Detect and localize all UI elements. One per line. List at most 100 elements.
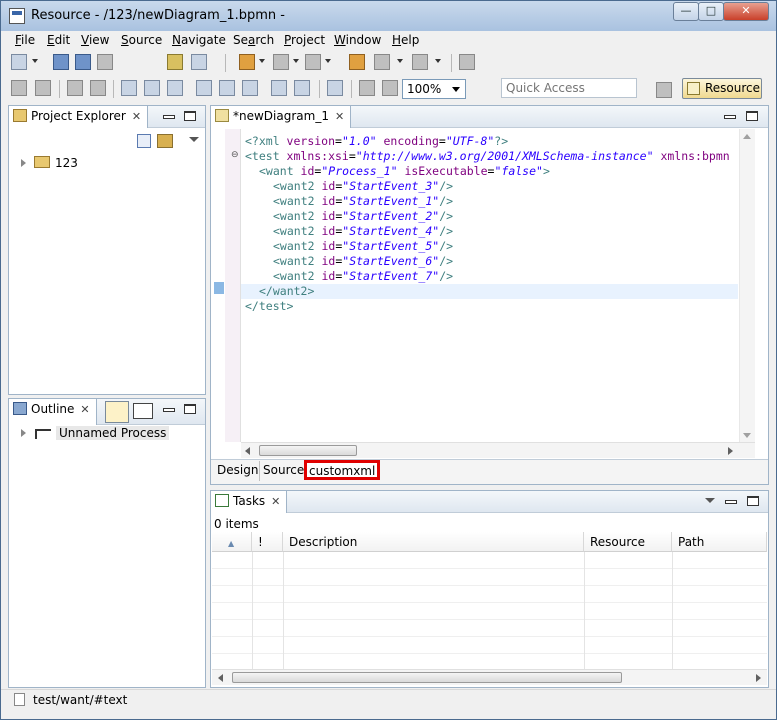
code-line[interactable]: <want2 id="StartEvent_7"/> [273,269,453,284]
tab-design[interactable]: Design [214,461,261,481]
resource-perspective-button[interactable]: Resource [682,78,762,99]
back-dropdown-icon[interactable] [397,59,403,63]
build-icon[interactable] [167,54,183,70]
code-line[interactable]: <want2 id="StartEvent_5"/> [273,239,453,254]
back-icon[interactable] [374,54,390,70]
menu-source[interactable]: Source [121,33,162,47]
close-icon[interactable]: ✕ [271,495,280,508]
tab-source[interactable]: Source [259,461,307,481]
save-all-icon[interactable] [75,54,91,70]
previous-annotation-icon[interactable] [305,54,321,70]
maximize-button[interactable]: □ [698,2,724,21]
wand-icon[interactable] [239,54,255,70]
tab-tasks[interactable]: Tasks ✕ [211,491,288,513]
new-icon[interactable] [11,54,27,70]
align-bottom-icon[interactable] [242,80,258,96]
scroll-right-icon[interactable] [756,674,761,682]
close-icon[interactable]: ✕ [132,110,141,123]
fold-collapse-icon[interactable]: ⊖ [231,150,239,160]
editor-vertical-scrollbar[interactable] [739,129,755,442]
scroll-down-icon[interactable] [743,433,751,438]
view-menu-icon[interactable] [705,498,715,503]
tab-customxml[interactable]: customxml [304,460,381,480]
forward-dropdown-icon[interactable] [435,59,441,63]
column-header-path[interactable]: Path [672,532,767,552]
menu-edit[interactable]: Edit [47,33,70,47]
redo-icon[interactable] [35,80,51,96]
minimize-view-button[interactable] [162,111,175,121]
collapse-all-icon[interactable] [137,134,151,148]
undo-icon[interactable] [11,80,27,96]
maximize-view-button[interactable] [184,404,196,414]
minimize-view-button[interactable] [162,404,175,414]
tab-project-explorer[interactable]: Project Explorer ✕ [9,106,149,128]
close-button[interactable]: ✕ [723,2,769,21]
tree-item-process[interactable]: Unnamed Process [21,426,170,440]
last-edit-icon[interactable] [349,54,365,70]
expand-icon[interactable] [21,429,26,437]
outline-tree-mode-button[interactable] [105,401,129,423]
link-with-editor-icon[interactable] [157,134,173,148]
zoom-combo[interactable]: 100% [402,79,466,99]
scroll-left-icon[interactable] [218,674,223,682]
menu-view[interactable]: View [81,33,109,47]
tab-newdiagram[interactable]: *newDiagram_1 ✕ [211,106,352,128]
horizontal-scroll-thumb[interactable] [232,672,622,683]
save-icon[interactable] [53,54,69,70]
paste-icon[interactable] [90,80,106,96]
forward-icon[interactable] [412,54,428,70]
scroll-right-icon[interactable] [728,447,733,455]
tasks-horizontal-scrollbar[interactable] [212,669,767,685]
menu-navigate[interactable]: Navigate [172,33,226,47]
clipboard-icon[interactable] [191,54,207,70]
code-line[interactable]: <want id="Process_1" isExecutable="false… [259,164,550,179]
wand-dropdown-icon[interactable] [259,59,265,63]
quick-access-input[interactable] [501,78,637,98]
code-line[interactable]: <want2 id="StartEvent_1"/> [273,194,453,209]
toggle-grid-icon[interactable] [327,80,343,96]
tab-outline[interactable]: Outline ✕ [9,399,97,425]
next-annotation-icon[interactable] [273,54,289,70]
close-icon[interactable]: ✕ [80,403,89,416]
align-center-icon[interactable] [144,80,160,96]
maximize-view-button[interactable] [184,111,196,121]
code-line[interactable]: <want2 id="StartEvent_3"/> [273,179,453,194]
new-dropdown-icon[interactable] [32,59,38,63]
align-top-icon[interactable] [196,80,212,96]
horizontal-scroll-thumb[interactable] [259,445,357,456]
scroll-left-icon[interactable] [245,447,250,455]
previous-annotation-dropdown-icon[interactable] [325,59,331,63]
zoom-out-icon[interactable] [359,80,375,96]
code-line[interactable]: </test> [245,299,293,314]
minimize-button[interactable]: — [673,2,699,21]
expand-icon[interactable] [21,159,26,167]
menu-project[interactable]: Project [284,33,325,47]
open-perspective-icon[interactable] [656,82,672,98]
menu-search[interactable]: Search [233,33,274,47]
editor-horizontal-scrollbar[interactable] [241,442,755,458]
minimize-view-button[interactable] [724,496,737,506]
pin-editor-icon[interactable] [459,54,475,70]
code-line[interactable]: <test xmlns:xsi="http://www.w3.org/2001/… [245,149,730,164]
title-bar[interactable]: Resource - /123/newDiagram_1.bpmn - — □ … [1,1,776,31]
code-line[interactable]: <want2 id="StartEvent_4"/> [273,224,453,239]
scroll-up-icon[interactable] [743,134,751,139]
copy-icon[interactable] [67,80,83,96]
sort-column-header[interactable]: ▲ [212,532,252,552]
column-header-description[interactable]: Description [283,532,584,552]
menu-help[interactable]: Help [392,33,419,47]
code-line[interactable]: <?xml version="1.0" encoding="UTF-8"?> [245,134,508,149]
view-menu-icon[interactable] [189,137,199,142]
minimize-editor-button[interactable] [723,111,736,121]
code-line[interactable]: <want2 id="StartEvent_6"/> [273,254,453,269]
code-line[interactable]: </want2> [259,284,314,299]
next-annotation-dropdown-icon[interactable] [293,59,299,63]
menu-window[interactable]: Window [334,33,381,47]
align-left-icon[interactable] [121,80,137,96]
match-width-icon[interactable] [271,80,287,96]
match-height-icon[interactable] [294,80,310,96]
zoom-in-icon[interactable] [382,80,398,96]
align-middle-icon[interactable] [219,80,235,96]
tasks-table[interactable]: ▲ ! Description Resource Path [212,532,767,686]
print-icon[interactable] [97,54,113,70]
